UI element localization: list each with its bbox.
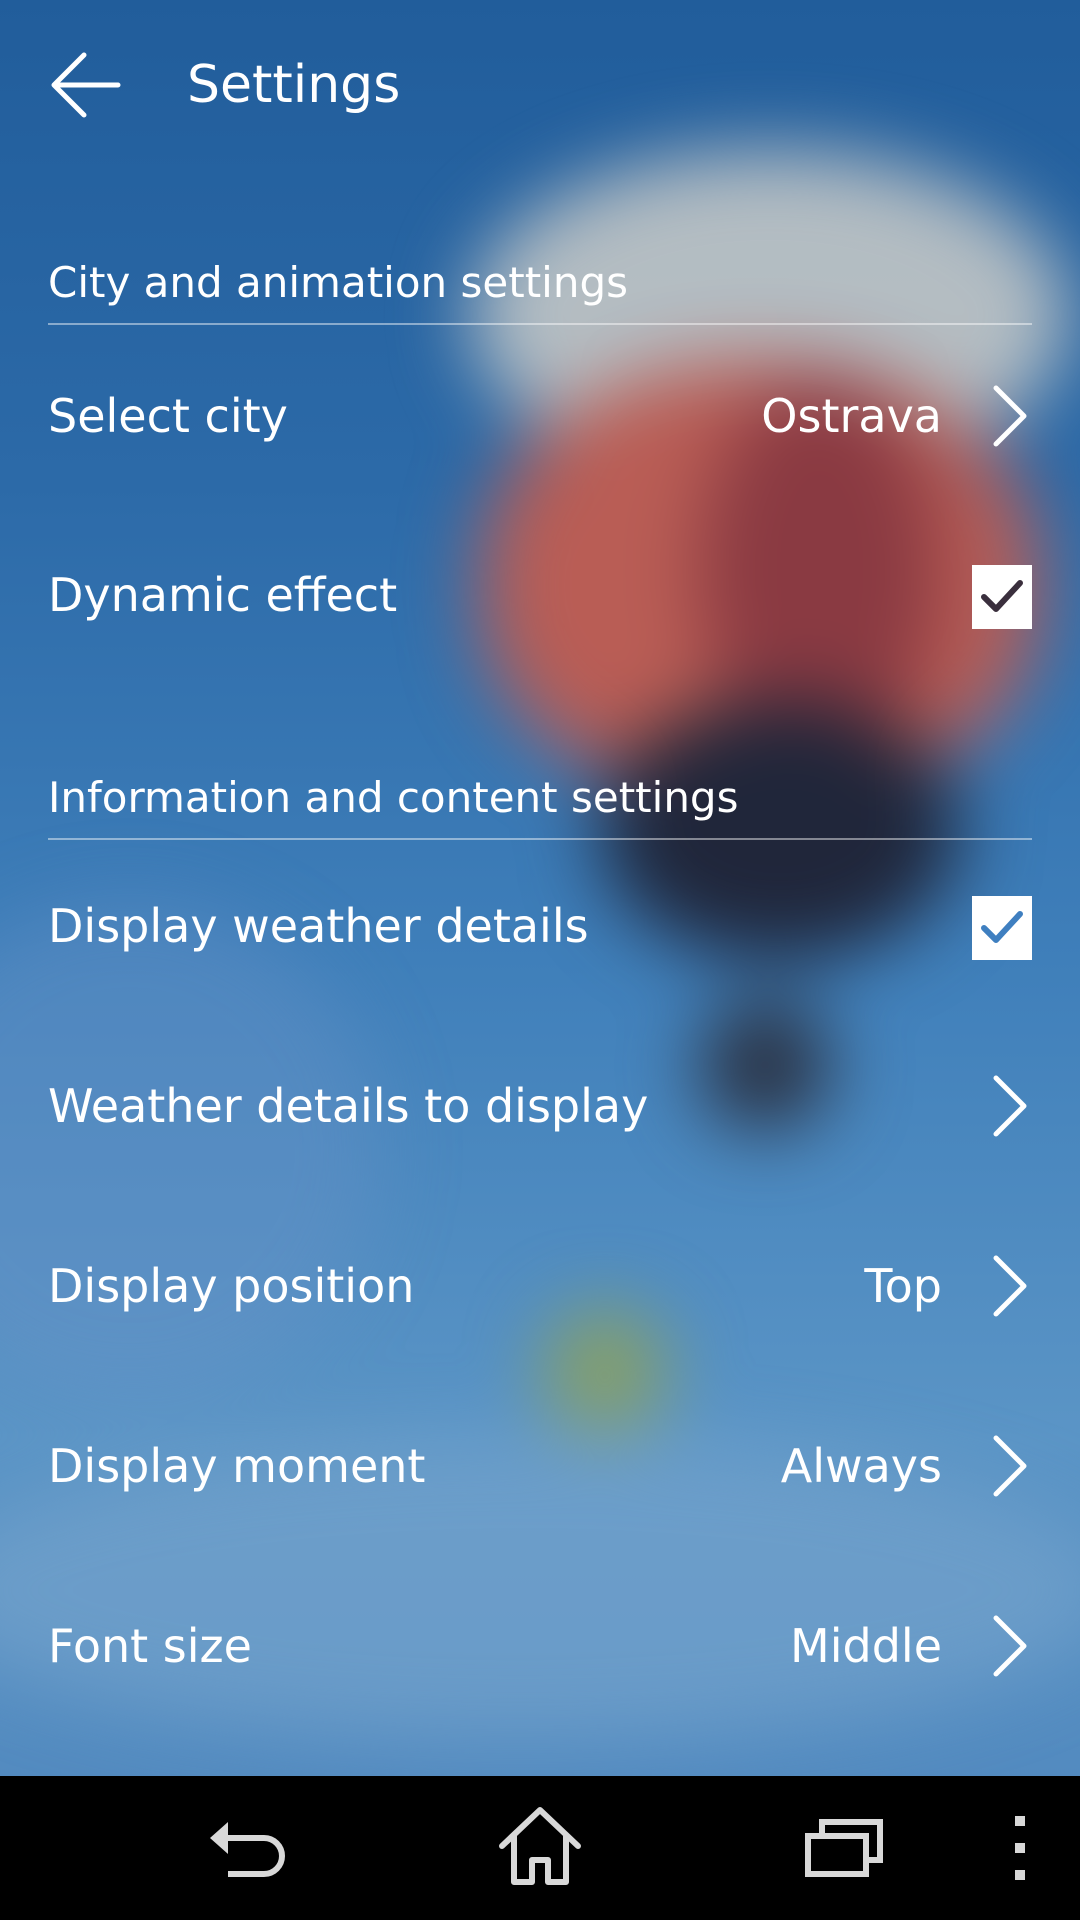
weather-details-to-display-label: Weather details to display <box>48 1079 649 1133</box>
chevron-right-icon <box>990 1074 1030 1138</box>
select-city-row[interactable]: Select city Ostrava <box>0 326 1080 506</box>
chevron-right-icon <box>990 384 1030 448</box>
font-size-label: Font size <box>48 1619 252 1673</box>
settings-screen: Settings City and animation settings Sel… <box>0 0 1080 1920</box>
weather-details-to-display-row[interactable]: Weather details to display <box>0 1016 1080 1196</box>
action-bar: Settings <box>0 0 1080 170</box>
dynamic-effect-checkbox[interactable] <box>972 565 1032 629</box>
section-header-information-content: Information and content settings <box>48 750 1032 840</box>
display-position-label: Display position <box>48 1259 415 1313</box>
arrow-left-icon[interactable] <box>48 47 124 123</box>
chevron-right-icon <box>990 1254 1030 1318</box>
chevron-right-icon <box>990 1434 1030 1498</box>
display-weather-details-checkbox[interactable] <box>972 896 1032 960</box>
display-position-value: Top <box>864 1259 942 1313</box>
chevron-right-icon <box>990 1614 1030 1678</box>
section-divider <box>48 323 1032 325</box>
display-moment-row[interactable]: Display moment Always <box>0 1376 1080 1556</box>
checkmark-icon <box>981 911 1023 943</box>
section-title: City and animation settings <box>48 258 629 307</box>
display-position-row[interactable]: Display position Top <box>0 1196 1080 1376</box>
dynamic-effect-row[interactable]: Dynamic effect <box>0 505 1080 685</box>
checkmark-icon <box>981 580 1023 612</box>
select-city-label: Select city <box>48 389 288 443</box>
select-city-value: Ostrava <box>761 389 942 443</box>
page-title: Settings <box>187 55 401 115</box>
font-size-value: Middle <box>790 1619 942 1673</box>
navigation-bar <box>0 1776 1080 1920</box>
display-moment-value: Always <box>780 1439 942 1493</box>
font-size-row[interactable]: Font size Middle <box>0 1556 1080 1736</box>
display-moment-label: Display moment <box>48 1439 426 1493</box>
dynamic-effect-label: Dynamic effect <box>48 568 398 622</box>
display-weather-details-row[interactable]: Display weather details <box>0 836 1080 1016</box>
section-header-city-animation: City and animation settings <box>48 235 1032 325</box>
recent-apps-icon[interactable] <box>792 1798 892 1898</box>
display-weather-details-label: Display weather details <box>48 899 589 953</box>
section-title: Information and content settings <box>48 773 739 822</box>
home-icon[interactable] <box>490 1798 590 1898</box>
overflow-menu-icon[interactable] <box>970 1798 1070 1898</box>
back-icon[interactable] <box>192 1798 292 1898</box>
